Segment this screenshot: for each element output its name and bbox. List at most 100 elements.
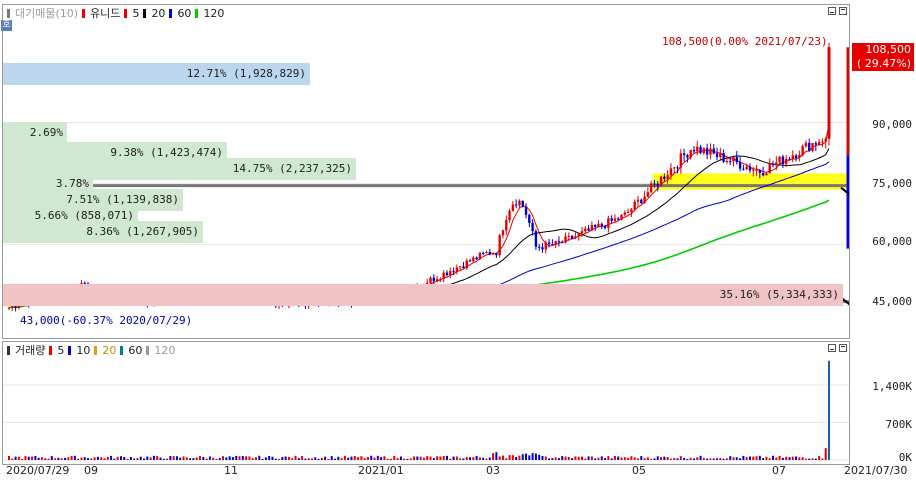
- candle-body: [399, 288, 403, 293]
- candle-body: [752, 169, 755, 171]
- candle-body: [640, 199, 643, 204]
- candle-body: [34, 297, 37, 299]
- maximize-pane-button[interactable]: [839, 7, 847, 15]
- volume-bar: [133, 458, 136, 460]
- volume-bar: [261, 458, 264, 460]
- minimize-pane-button[interactable]: [828, 7, 836, 15]
- volume-bar: [310, 458, 313, 460]
- maximize-pane-button[interactable]: [839, 344, 847, 352]
- candle-body: [350, 303, 353, 305]
- candle-body: [126, 296, 129, 299]
- volume-bar: [488, 457, 491, 460]
- volume-bar: [709, 458, 712, 460]
- volume-bar: [60, 458, 63, 460]
- candle-body: [57, 292, 60, 294]
- candle-body: [294, 301, 297, 303]
- candle-body: [656, 183, 659, 186]
- candle-body: [603, 225, 607, 228]
- volume-bar: [215, 458, 218, 460]
- candle-body: [791, 155, 794, 160]
- candle-body: [162, 300, 165, 303]
- volume-bar: [83, 457, 86, 460]
- date-tick: 05: [632, 464, 646, 477]
- volume-bar: [47, 458, 50, 460]
- candle-body: [221, 296, 225, 299]
- candle-body: [765, 173, 768, 176]
- volume-bar: [462, 458, 465, 460]
- volume-bar: [386, 458, 389, 460]
- volume-bar: [785, 456, 788, 460]
- volume-bar: [732, 457, 735, 460]
- volume-bar: [557, 458, 560, 460]
- chart-corner-icon[interactable]: 호: [1, 20, 12, 31]
- candle-body: [165, 299, 169, 303]
- volume-bar: [475, 456, 478, 460]
- candle-body: [636, 199, 640, 202]
- candle-body: [564, 236, 567, 243]
- candle-body: [758, 169, 762, 173]
- volume-bar: [166, 458, 169, 460]
- candle-body: [44, 293, 47, 299]
- candle-body: [590, 225, 594, 231]
- volume-bar: [192, 458, 195, 460]
- volume-bar: [772, 455, 775, 460]
- candle-body: [623, 212, 627, 215]
- candle-body: [169, 299, 172, 301]
- volume-bar: [93, 457, 96, 460]
- volume-bar: [808, 458, 811, 460]
- legend-ma120: 120: [203, 6, 225, 20]
- volume-pane[interactable]: 거래량 5 10 20 60 120: [2, 341, 850, 465]
- candle-body: [340, 299, 343, 305]
- candle-body: [725, 161, 729, 163]
- candle-body: [132, 299, 136, 302]
- volume-bar: [54, 458, 57, 460]
- candle-body: [735, 157, 738, 163]
- volume-bar: [360, 456, 363, 460]
- candle-body: [673, 167, 676, 169]
- candle-body: [11, 306, 14, 308]
- volume-bar: [762, 458, 765, 460]
- candle-body: [748, 166, 752, 171]
- candle-body: [267, 300, 271, 302]
- volume-bar: [643, 458, 646, 460]
- candle-body: [231, 299, 235, 301]
- volume-bar: [17, 456, 20, 460]
- candle-body: [300, 300, 304, 305]
- candle-body: [577, 233, 580, 237]
- volume-bar: [208, 456, 211, 460]
- date-tick: 11: [224, 464, 238, 477]
- volume-bar: [600, 456, 603, 460]
- candle-body: [281, 304, 284, 306]
- volume-bar: [337, 456, 340, 460]
- volume-bar: [646, 457, 649, 460]
- candle-body: [37, 298, 40, 300]
- volume-bar: [594, 458, 597, 460]
- volume-bar: [248, 456, 251, 460]
- price-tick: 90,000: [872, 118, 912, 131]
- volume-bar: [324, 456, 327, 460]
- candle-body: [541, 247, 544, 250]
- candle-body: [317, 303, 320, 306]
- volume-bar: [334, 458, 337, 460]
- volume-bar: [320, 457, 323, 460]
- volume-plot: [3, 360, 849, 461]
- price-pane[interactable]: 대기매물(10) 유니드 5 20 60 120 12.71% (1,928,8…: [2, 4, 850, 339]
- candle-body: [538, 246, 541, 248]
- volume-bar: [189, 458, 192, 460]
- candle-body: [205, 294, 208, 298]
- volume-bar: [597, 457, 600, 460]
- candle-body: [27, 302, 30, 304]
- volume-bar: [521, 454, 524, 460]
- volume-bar: [294, 455, 297, 460]
- volume-bar: [814, 458, 817, 460]
- candle-body: [136, 297, 139, 302]
- volume-bar: [139, 456, 142, 460]
- volume-bar: [633, 457, 636, 460]
- candle-body: [465, 260, 468, 268]
- volume-bar: [660, 457, 663, 460]
- legend-ma5: 5: [132, 6, 140, 20]
- candle-body: [587, 228, 590, 231]
- candle-body: [600, 223, 603, 226]
- candle-body: [327, 299, 330, 303]
- minimize-pane-button[interactable]: [828, 344, 836, 352]
